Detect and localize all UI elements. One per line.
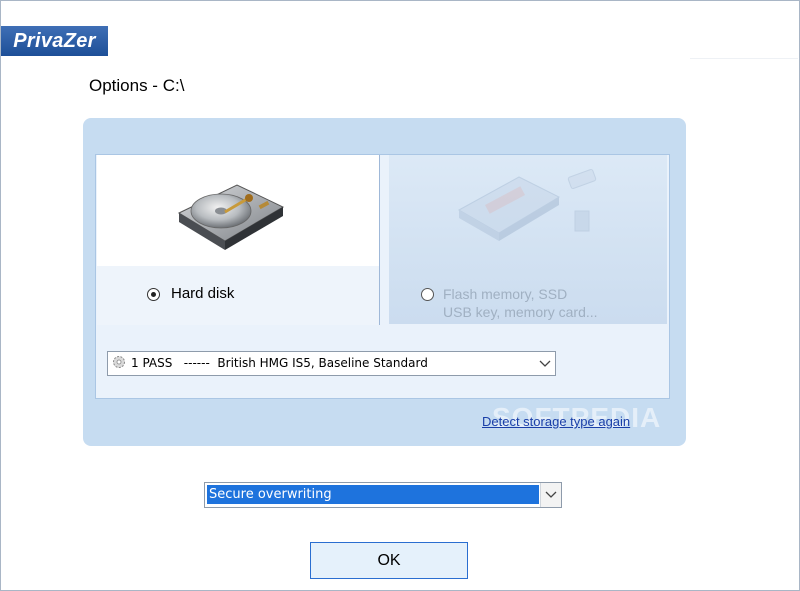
page-title: Options - C:\ bbox=[89, 76, 185, 95]
overwrite-mode-value: Secure overwriting bbox=[207, 485, 539, 504]
chevron-down-icon[interactable] bbox=[539, 360, 551, 368]
ok-button[interactable]: OK bbox=[310, 542, 468, 579]
pass-method-value: 1 PASS ------ British HMG IS5, Baseline … bbox=[131, 356, 428, 370]
overwrite-mode-select[interactable]: Secure overwriting bbox=[204, 482, 562, 508]
logo-text: PrivaZer bbox=[13, 29, 96, 52]
flash-ssd-radio[interactable] bbox=[421, 288, 434, 301]
flash-ssd-label-line2: USB key, memory card... bbox=[443, 304, 598, 320]
chevron-down-icon bbox=[545, 491, 557, 498]
dropdown-button[interactable] bbox=[540, 483, 561, 507]
gear-icon bbox=[113, 356, 125, 368]
detect-storage-link[interactable]: Detect storage type again bbox=[482, 414, 630, 429]
flash-ssd-label: Flash memory, SSD USB key, memory card..… bbox=[443, 285, 598, 321]
divider bbox=[690, 58, 798, 59]
hard-disk-card[interactable] bbox=[97, 155, 380, 325]
ssd-usb-icon bbox=[457, 168, 597, 241]
hard-disk-image-area bbox=[97, 155, 379, 266]
privazer-logo: PrivaZer bbox=[1, 26, 108, 56]
hard-disk-drive-icon bbox=[177, 184, 285, 250]
pass-method-select[interactable]: 1 PASS ------ British HMG IS5, Baseline … bbox=[107, 351, 556, 376]
hard-disk-label: Hard disk bbox=[171, 285, 235, 302]
hard-disk-radio[interactable] bbox=[147, 288, 160, 301]
flash-ssd-label-line1: Flash memory, SSD bbox=[443, 286, 568, 302]
